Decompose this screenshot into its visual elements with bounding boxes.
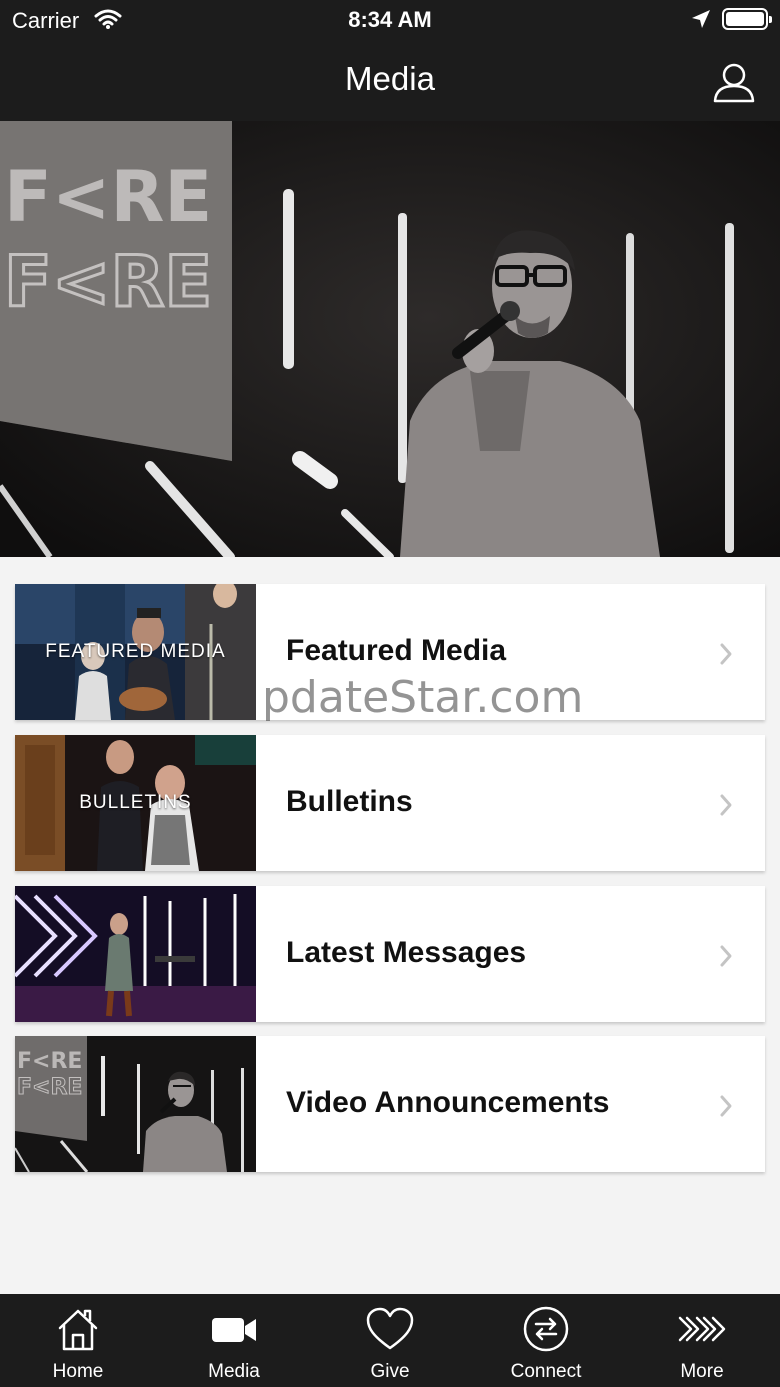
chevron-right-icon	[720, 1095, 732, 1117]
tab-label: Home	[52, 1361, 104, 1382]
tab-label: Media	[208, 1361, 260, 1382]
thumbnail-latest-messages	[15, 886, 256, 1022]
tab-home[interactable]: Home	[0, 1294, 156, 1387]
hero-image: F<RE F<RE	[0, 121, 780, 557]
battery-icon	[722, 8, 772, 30]
list-item-label: Video Announcements	[286, 1086, 610, 1119]
list-item-video-announcements[interactable]: F<RE F<RE Video Announcements	[15, 1036, 765, 1172]
svg-text:F<RE: F<RE	[17, 1075, 82, 1100]
tab-more[interactable]: More	[624, 1294, 780, 1387]
tab-bar: Home Media Give Connect More	[0, 1294, 780, 1387]
list-item-label: Latest Messages	[286, 936, 527, 969]
page-title: Media	[345, 60, 435, 97]
status-bar: Carrier 8:34 AM	[0, 0, 780, 40]
video-camera-icon	[212, 1318, 256, 1342]
tab-label: More	[680, 1361, 724, 1382]
tab-label: Connect	[510, 1361, 582, 1382]
tab-connect[interactable]: Connect	[468, 1294, 624, 1387]
svg-text:F<RE: F<RE	[4, 241, 212, 323]
nav-bar: Media	[0, 40, 780, 121]
svg-text:F<RE: F<RE	[17, 1049, 82, 1074]
tab-media[interactable]: Media	[156, 1294, 312, 1387]
list-item-latest-messages[interactable]: Latest Messages	[15, 886, 765, 1022]
chevrons-right-icon	[678, 1316, 726, 1342]
thumbnail-label: BULLETINS	[79, 792, 192, 813]
tab-label: Give	[370, 1361, 410, 1382]
location-arrow-icon	[692, 10, 710, 28]
thumbnail-featured-media: FEATURED MEDIA	[15, 584, 256, 720]
thumbnail-video-announcements: F<RE F<RE	[15, 1036, 256, 1172]
list-item-bulletins[interactable]: BULLETINS Bulletins	[15, 735, 765, 871]
list-item-label: Featured Media	[286, 634, 507, 667]
thumbnail-bulletins: BULLETINS	[15, 735, 256, 871]
list-item-label: Bulletins	[286, 785, 413, 818]
watermark: pdateStar.com	[262, 672, 584, 723]
chevron-right-icon	[720, 794, 732, 816]
heart-icon	[366, 1307, 414, 1350]
connect-arrows-icon	[523, 1306, 569, 1352]
tab-give[interactable]: Give	[312, 1294, 468, 1387]
svg-text:F<RE: F<RE	[4, 156, 212, 238]
profile-icon[interactable]	[712, 62, 756, 104]
chevron-right-icon	[720, 643, 732, 665]
chevron-right-icon	[720, 945, 732, 967]
home-icon	[58, 1309, 98, 1351]
clock: 8:34 AM	[348, 7, 432, 32]
thumbnail-label: FEATURED MEDIA	[45, 641, 226, 662]
